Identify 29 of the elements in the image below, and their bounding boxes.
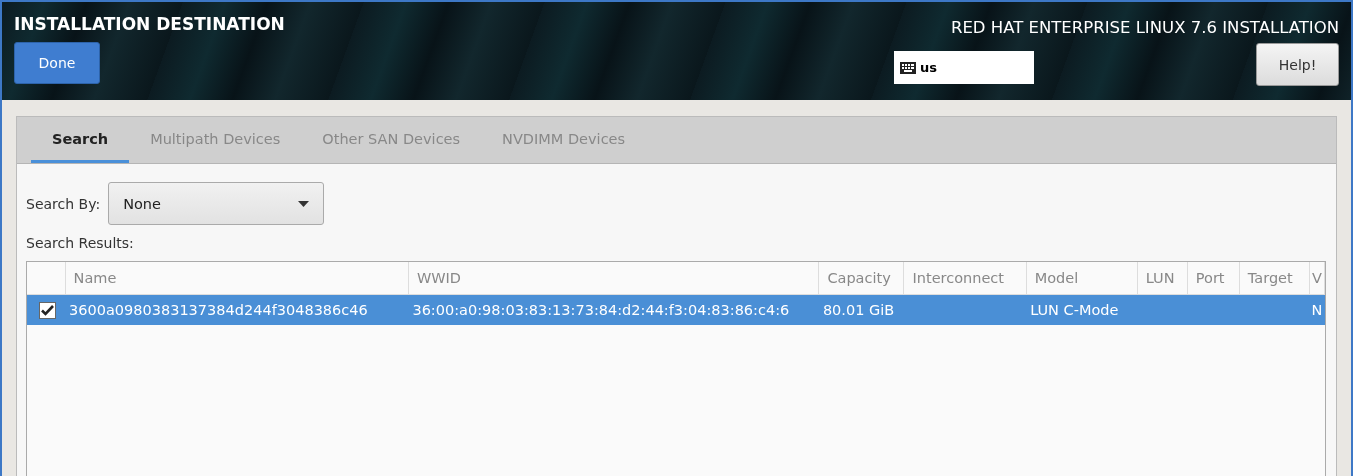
column-header[interactable]: LUN — [1137, 262, 1188, 295]
column-header[interactable]: Capacity — [818, 262, 904, 295]
search-by-dropdown[interactable]: None — [108, 182, 325, 225]
product-title: RED HAT ENTERPRISE LINUX 7.6 INSTALLATION — [950, 18, 1339, 37]
caret-icon — [298, 200, 310, 207]
table-cell: 3600a0980383137384d244f3048386c46 — [69, 302, 368, 318]
column-header[interactable]: Name — [65, 262, 409, 295]
keyboard-icon — [900, 61, 916, 74]
column-header[interactable]: Port — [1187, 262, 1240, 295]
column-header[interactable]: Interconnect — [904, 262, 1027, 295]
column-header[interactable]: Model — [1026, 262, 1138, 295]
column-header[interactable]: V — [1309, 262, 1325, 295]
search-results-label: Search Results: — [26, 235, 135, 251]
tab[interactable]: Other SAN Devices — [301, 117, 482, 163]
tab[interactable]: Search — [31, 117, 130, 163]
column-header[interactable]: WWID — [408, 262, 819, 295]
table-cell: 80.01 GiB — [822, 302, 895, 318]
screen-title: INSTALLATION DESTINATION — [14, 14, 285, 34]
table-cell: N — [1311, 302, 1323, 318]
search-by-label: Search By: — [26, 195, 101, 212]
tab[interactable]: NVDIMM Devices — [481, 117, 647, 163]
tab[interactable]: Multipath Devices — [129, 117, 302, 163]
table-cell: 36:00:a0:98:03:83:13:73:84:d2:44:f3:04:83:86:c4:6 — [412, 302, 790, 318]
help-button[interactable]: Help! — [1256, 43, 1339, 86]
done-button[interactable]: Done — [14, 42, 100, 84]
keyboard-layout-indicator[interactable]: us — [894, 51, 1034, 84]
table-cell: LUN C-Mode — [1030, 302, 1119, 318]
row-checkbox[interactable] — [39, 301, 56, 319]
column-header[interactable]: Target — [1239, 262, 1310, 295]
